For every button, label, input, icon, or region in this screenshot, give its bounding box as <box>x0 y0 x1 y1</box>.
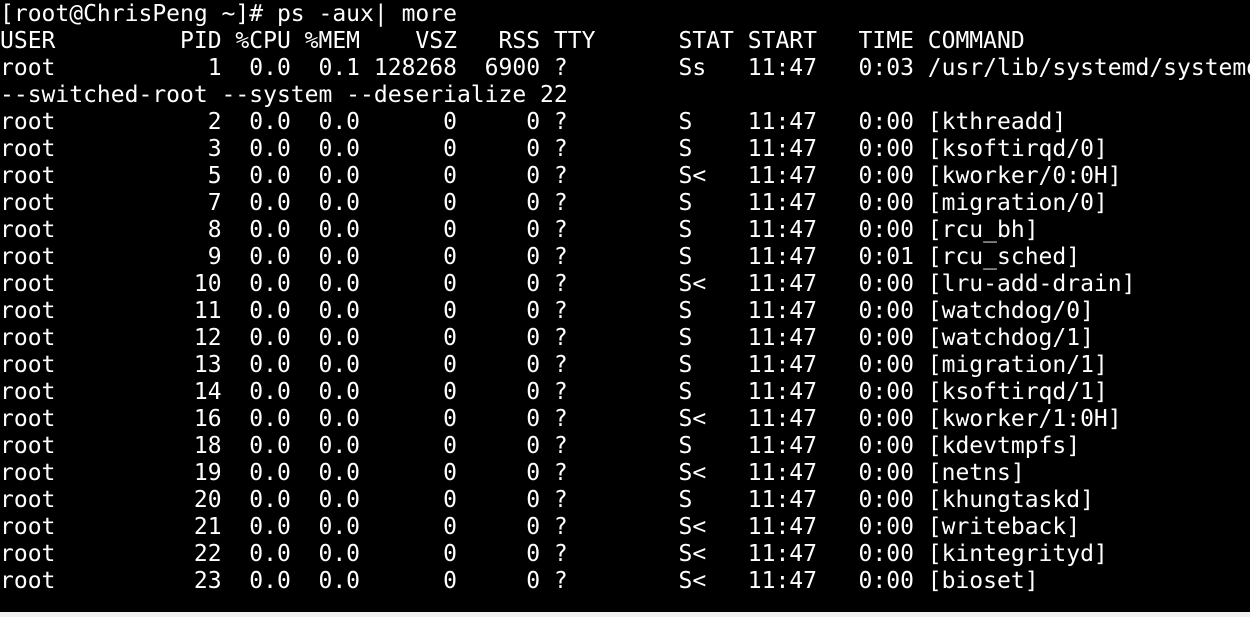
process-row: root 10 0.0 0.0 0 0 ? S< 11:47 0:00 [lru… <box>0 271 1136 297</box>
process-row: root 12 0.0 0.0 0 0 ? S 11:47 0:00 [watc… <box>0 325 1094 351</box>
command-prompt: [root@ChrisPeng ~]# ps -aux| more <box>0 1 457 27</box>
process-row: root 18 0.0 0.0 0 0 ? S 11:47 0:00 [kdev… <box>0 433 1081 459</box>
ps-header-row: USER PID %CPU %MEM VSZ RSS TTY STAT STAR… <box>0 28 1025 54</box>
terminal-screen: [root@ChrisPeng ~]# ps -aux| more USER P… <box>0 1 1250 612</box>
process-row: root 14 0.0 0.0 0 0 ? S 11:47 0:00 [ksof… <box>0 379 1108 405</box>
process-row: root 1 0.0 0.1 128268 6900 ? Ss 11:47 0:… <box>0 55 1250 81</box>
process-row: root 23 0.0 0.0 0 0 ? S< 11:47 0:00 [bio… <box>0 568 1039 594</box>
process-row: root 7 0.0 0.0 0 0 ? S 11:47 0:00 [migra… <box>0 190 1108 216</box>
process-row: root 3 0.0 0.0 0 0 ? S 11:47 0:00 [ksoft… <box>0 136 1108 162</box>
process-row: root 16 0.0 0.0 0 0 ? S< 11:47 0:00 [kwo… <box>0 406 1122 432</box>
process-row: root 13 0.0 0.0 0 0 ? S 11:47 0:00 [migr… <box>0 352 1108 378</box>
process-row: root 5 0.0 0.0 0 0 ? S< 11:47 0:00 [kwor… <box>0 163 1122 189</box>
process-row: root 20 0.0 0.0 0 0 ? S 11:47 0:00 [khun… <box>0 487 1094 513</box>
process-row: root 21 0.0 0.0 0 0 ? S< 11:47 0:00 [wri… <box>0 514 1081 540</box>
process-row: root 9 0.0 0.0 0 0 ? S 11:47 0:01 [rcu_s… <box>0 244 1081 270</box>
process-row: root 19 0.0 0.0 0 0 ? S< 11:47 0:00 [net… <box>0 460 1025 486</box>
process-row: root 8 0.0 0.0 0 0 ? S 11:47 0:00 [rcu_b… <box>0 217 1039 243</box>
process-row: root 22 0.0 0.0 0 0 ? S< 11:47 0:00 [kin… <box>0 541 1108 567</box>
process-row-continuation: --switched-root --system --deserialize 2… <box>0 82 568 108</box>
process-row: root 11 0.0 0.0 0 0 ? S 11:47 0:00 [watc… <box>0 298 1094 324</box>
window-bottom-border <box>0 612 1250 617</box>
process-row <box>0 595 1250 612</box>
terminal-window[interactable]: [root@ChrisPeng ~]# ps -aux| more USER P… <box>0 0 1250 612</box>
process-row: root 2 0.0 0.0 0 0 ? S 11:47 0:00 [kthre… <box>0 109 1067 135</box>
